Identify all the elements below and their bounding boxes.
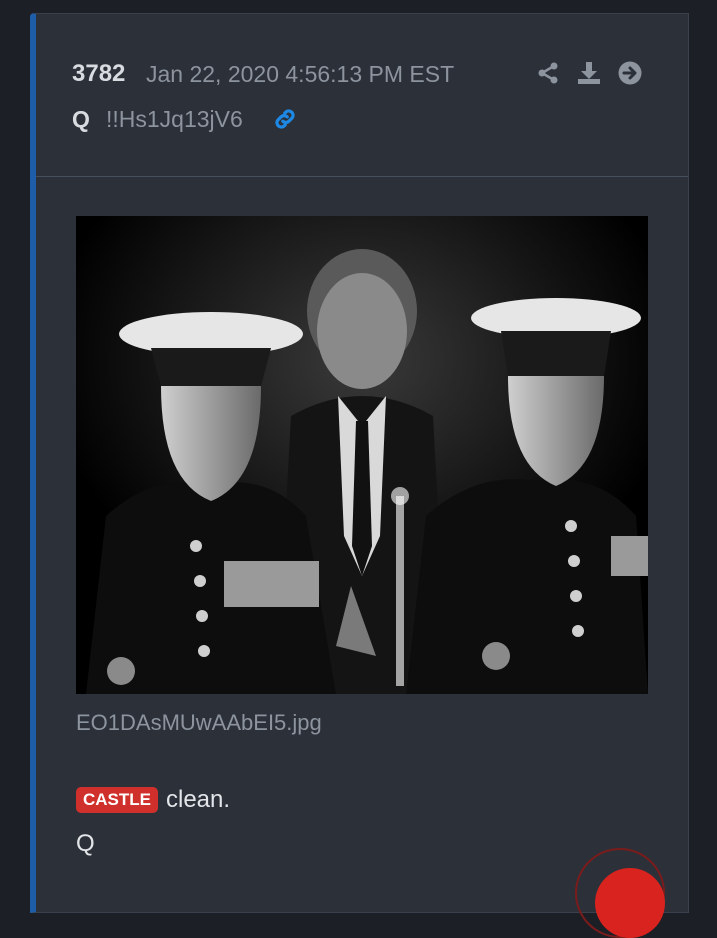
attachment-filename[interactable]: EO1DAsMUwAAbEI5.jpg	[76, 710, 322, 736]
photo-illustration	[76, 216, 648, 694]
link-icon[interactable]	[272, 106, 298, 132]
message-text: clean.	[166, 786, 231, 813]
arrow-right-circle-icon[interactable]	[618, 61, 642, 85]
post-date: Jan 22, 2020 4:56:13 PM EST	[146, 61, 455, 87]
message-line: CASTLE clean.	[76, 786, 230, 814]
floating-action-button[interactable]	[595, 868, 665, 938]
message-signature: Q	[76, 830, 95, 857]
post-number[interactable]: 3782	[72, 60, 125, 88]
tripcode: !!Hs1Jq13jV6	[106, 106, 243, 132]
share-icon[interactable]	[536, 61, 560, 85]
post-header: 3782 Jan 22, 2020 4:56:13 PM EST Q !!Hs1…	[36, 14, 688, 177]
attached-image[interactable]	[76, 216, 648, 694]
post-card: 3782 Jan 22, 2020 4:56:13 PM EST Q !!Hs1…	[30, 13, 689, 913]
author-name: Q	[72, 106, 90, 132]
keyword-tag: CASTLE	[76, 787, 158, 813]
download-icon[interactable]	[577, 61, 601, 85]
